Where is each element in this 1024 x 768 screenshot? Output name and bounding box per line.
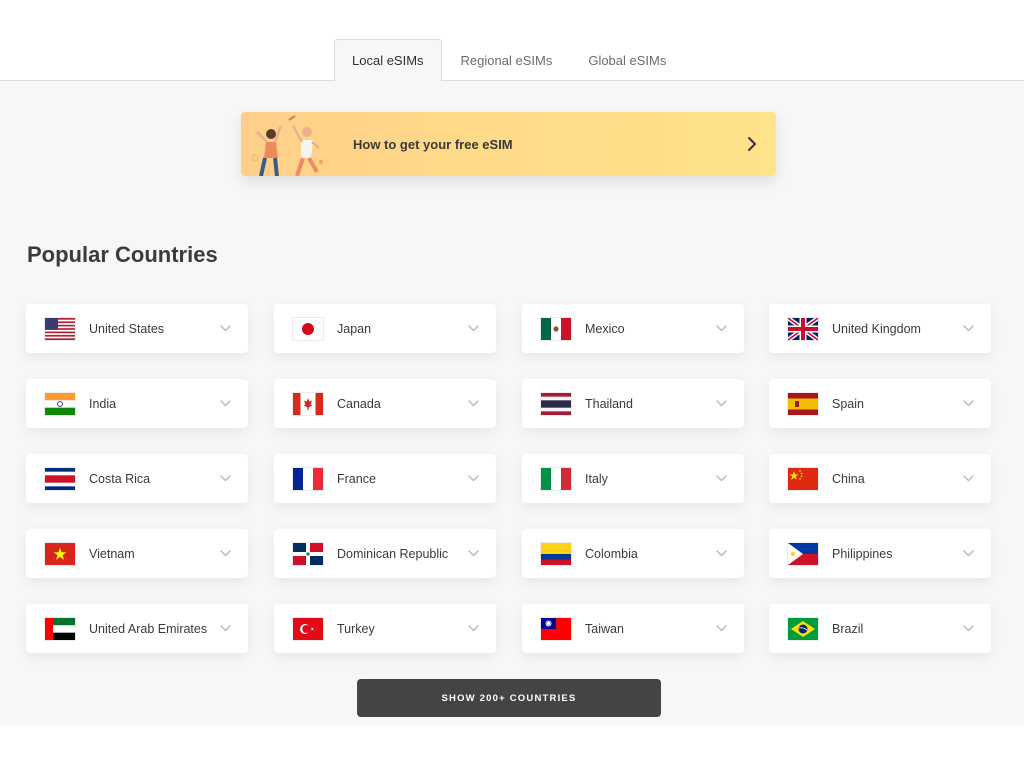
- chevron-down-icon: [220, 400, 231, 407]
- country-card-united-kingdom[interactable]: United Kingdom: [769, 304, 991, 353]
- chevron-down-icon: [716, 475, 727, 482]
- chevron-down-icon: [963, 550, 974, 557]
- country-name: France: [337, 471, 376, 486]
- country-name: Vietnam: [89, 546, 135, 561]
- country-name: Costa Rica: [89, 471, 151, 486]
- co-flag-icon: [540, 542, 572, 566]
- chevron-down-icon: [220, 325, 231, 332]
- country-name: India: [89, 396, 117, 411]
- country-name: Dominican Republic: [337, 546, 449, 561]
- country-name: Canada: [337, 396, 381, 411]
- mx-flag-icon: [540, 317, 572, 341]
- country-name: Taiwan: [585, 621, 624, 636]
- ae-flag-icon: [44, 617, 76, 641]
- tr-flag-icon: [292, 617, 324, 641]
- section-title: Popular Countries: [27, 242, 218, 267]
- country-name: Italy: [585, 471, 608, 486]
- country-card-brazil[interactable]: Brazil: [769, 604, 991, 653]
- country-name: Brazil: [832, 621, 864, 636]
- fr-flag-icon: [292, 467, 324, 491]
- country-card-taiwan[interactable]: Taiwan: [522, 604, 744, 653]
- country-name: United States: [89, 321, 165, 336]
- country-card-spain[interactable]: Spain: [769, 379, 991, 428]
- main-content: How to get your free eSIM Popular Countr…: [0, 81, 1024, 725]
- chevron-down-icon: [716, 625, 727, 632]
- chevron-down-icon: [468, 475, 479, 482]
- chevron-down-icon: [220, 625, 231, 632]
- country-name: United Kingdom: [832, 321, 921, 336]
- chevron-down-icon: [468, 550, 479, 557]
- country-card-dominican-republic[interactable]: Dominican Republic: [274, 529, 496, 578]
- chevron-down-icon: [716, 325, 727, 332]
- ca-flag-icon: [292, 392, 324, 416]
- chevron-down-icon: [468, 325, 479, 332]
- country-card-philippines[interactable]: Philippines: [769, 529, 991, 578]
- banner-label: How to get your free eSIM: [353, 136, 513, 152]
- chevron-right-icon: [748, 137, 756, 151]
- country-card-japan[interactable]: Japan: [274, 304, 496, 353]
- country-name: Philippines: [832, 546, 893, 561]
- country-card-france[interactable]: France: [274, 454, 496, 503]
- country-card-india[interactable]: India: [26, 379, 248, 428]
- chevron-down-icon: [963, 400, 974, 407]
- country-name: Colombia: [585, 546, 638, 561]
- country-grid: United States Japan Mexico United Kingdom In…: [26, 304, 992, 654]
- es-flag-icon: [787, 392, 819, 416]
- country-card-vietnam[interactable]: Vietnam: [26, 529, 248, 578]
- country-card-costa-rica[interactable]: Costa Rica: [26, 454, 248, 503]
- chevron-down-icon: [468, 400, 479, 407]
- country-card-italy[interactable]: Italy: [522, 454, 744, 503]
- country-name: Thailand: [585, 396, 633, 411]
- country-card-china[interactable]: China: [769, 454, 991, 503]
- country-name: Spain: [832, 396, 864, 411]
- tw-flag-icon: [540, 617, 572, 641]
- tab-global-esims[interactable]: Global eSIMs: [571, 39, 683, 81]
- people-celebrating-illustration: [251, 115, 323, 176]
- country-card-united-arab-emirates[interactable]: United Arab Emirates: [26, 604, 248, 653]
- chevron-down-icon: [963, 625, 974, 632]
- tab-regional-esims[interactable]: Regional eSIMs: [444, 39, 570, 81]
- country-card-turkey[interactable]: Turkey: [274, 604, 496, 653]
- country-card-thailand[interactable]: Thailand: [522, 379, 744, 428]
- country-name: China: [832, 471, 865, 486]
- cr-flag-icon: [44, 467, 76, 491]
- chevron-down-icon: [963, 475, 974, 482]
- chevron-down-icon: [716, 550, 727, 557]
- country-card-canada[interactable]: Canada: [274, 379, 496, 428]
- gb-flag-icon: [787, 317, 819, 341]
- vn-flag-icon: [44, 542, 76, 566]
- in-flag-icon: [44, 392, 76, 416]
- country-name: Mexico: [585, 321, 625, 336]
- country-card-mexico[interactable]: Mexico: [522, 304, 744, 353]
- br-flag-icon: [787, 617, 819, 641]
- do-flag-icon: [292, 542, 324, 566]
- chevron-down-icon: [963, 325, 974, 332]
- chevron-down-icon: [220, 550, 231, 557]
- chevron-down-icon: [468, 625, 479, 632]
- cn-flag-icon: [787, 467, 819, 491]
- show-all-countries-button[interactable]: SHOW 200+ COUNTRIES: [357, 679, 661, 717]
- country-name: Japan: [337, 321, 372, 336]
- free-esim-banner[interactable]: How to get your free eSIM: [241, 112, 776, 176]
- country-name: Turkey: [337, 621, 375, 636]
- it-flag-icon: [540, 467, 572, 491]
- chevron-down-icon: [716, 400, 727, 407]
- tabs-bar: Local eSIMs Regional eSIMs Global eSIMs: [0, 0, 1024, 82]
- esim-type-tabs: Local eSIMs Regional eSIMs Global eSIMs: [334, 39, 683, 82]
- ph-flag-icon: [787, 542, 819, 566]
- tab-local-esims[interactable]: Local eSIMs: [334, 39, 442, 82]
- jp-flag-icon: [292, 317, 324, 341]
- country-card-united-states[interactable]: United States: [26, 304, 248, 353]
- country-name: United Arab Emirates: [89, 621, 208, 636]
- th-flag-icon: [540, 392, 572, 416]
- us-flag-icon: [44, 317, 76, 341]
- chevron-down-icon: [220, 475, 231, 482]
- country-card-colombia[interactable]: Colombia: [522, 529, 744, 578]
